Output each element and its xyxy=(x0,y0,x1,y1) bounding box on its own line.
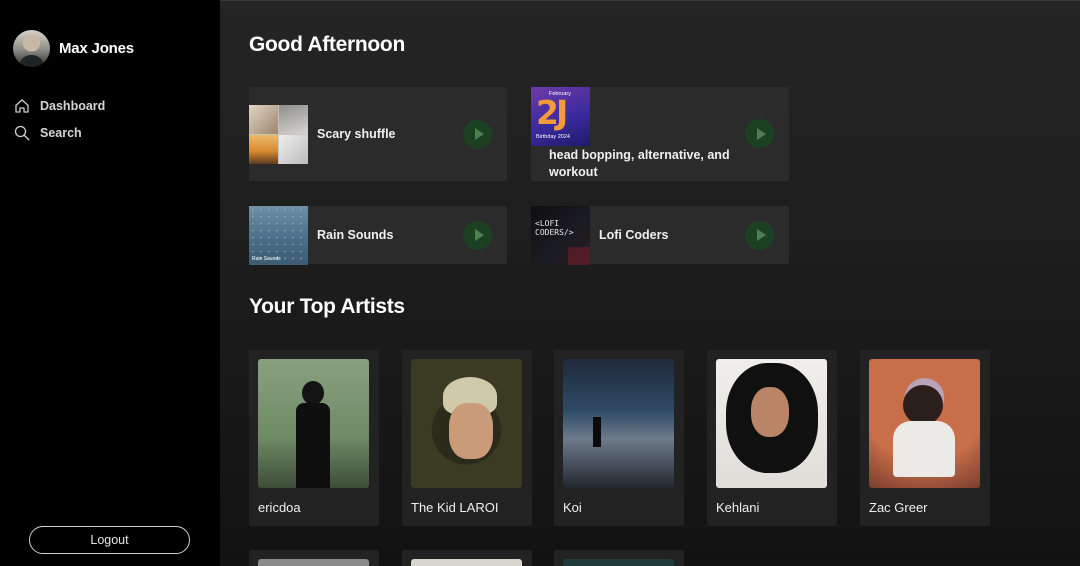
play-icon[interactable] xyxy=(463,220,492,250)
artist-card[interactable]: The Kid LAROI xyxy=(402,350,532,526)
artist-card[interactable]: Kehlani xyxy=(707,350,837,526)
playlist-card[interactable]: Rain Sounds Rain Sounds xyxy=(249,205,507,265)
cover-text: 2J xyxy=(536,93,568,132)
main-content: Good Afternoon Scary shuffle February 2J… xyxy=(220,0,1080,566)
playlist-cover: Rain Sounds xyxy=(249,205,308,265)
play-icon[interactable] xyxy=(745,220,774,250)
play-icon[interactable] xyxy=(463,119,492,149)
artist-image xyxy=(411,559,522,566)
artist-image xyxy=(869,359,980,488)
artist-card[interactable]: ericdoa xyxy=(249,350,379,526)
artist-card[interactable]: Koi xyxy=(554,350,684,526)
artist-card[interactable] xyxy=(402,550,532,566)
playlist-cover: February 2J Birthday 2024 xyxy=(531,87,590,146)
home-icon xyxy=(15,99,29,113)
logout-button[interactable]: Logout xyxy=(29,526,190,554)
artist-card[interactable] xyxy=(554,550,684,566)
artist-name: ericdoa xyxy=(258,500,301,515)
playlist-card[interactable]: <LOFI CODERS/> Lofi Coders xyxy=(531,205,789,265)
artist-card[interactable]: Zac Greer xyxy=(860,350,990,526)
artist-image xyxy=(563,559,674,566)
sidebar-nav: Dashboard Search xyxy=(14,97,105,151)
cover-caption: Birthday 2024 xyxy=(536,134,570,140)
playlist-card[interactable]: February 2J Birthday 2024 head bopping, … xyxy=(531,87,789,181)
artist-image xyxy=(563,359,674,488)
artist-image xyxy=(258,359,369,488)
search-icon xyxy=(14,125,30,141)
cover-caption: Rain Sounds xyxy=(252,255,281,262)
play-icon[interactable] xyxy=(745,119,774,148)
sidebar: Max Jones Dashboard Search Logout xyxy=(0,0,220,566)
top-artists-heading: Your Top Artists xyxy=(249,295,405,318)
playlist-name: head bopping, alternative, and workout xyxy=(549,148,730,179)
avatar xyxy=(13,30,50,67)
playlist-cover: <LOFI CODERS/> xyxy=(531,205,590,265)
artist-name: Zac Greer xyxy=(869,500,928,515)
artist-image xyxy=(716,359,827,488)
greeting-heading: Good Afternoon xyxy=(249,33,405,56)
sidebar-item-dashboard[interactable]: Dashboard xyxy=(14,97,105,115)
artist-card[interactable] xyxy=(249,550,379,566)
sidebar-item-label: Dashboard xyxy=(40,99,106,113)
user-profile[interactable]: Max Jones xyxy=(13,30,134,67)
artist-name: Kehlani xyxy=(716,500,760,515)
sidebar-item-label: Search xyxy=(40,126,82,140)
playlist-cover xyxy=(249,104,308,164)
playlist-card[interactable]: Scary shuffle xyxy=(249,87,507,181)
artist-image xyxy=(258,559,369,566)
cover-text: <LOFI CODERS/> xyxy=(535,218,574,237)
artist-image xyxy=(411,359,522,488)
artist-name: Koi xyxy=(563,500,582,515)
profile-name: Max Jones xyxy=(59,40,134,57)
artist-name: The Kid LAROI xyxy=(411,500,499,515)
sidebar-item-search[interactable]: Search xyxy=(14,124,105,142)
